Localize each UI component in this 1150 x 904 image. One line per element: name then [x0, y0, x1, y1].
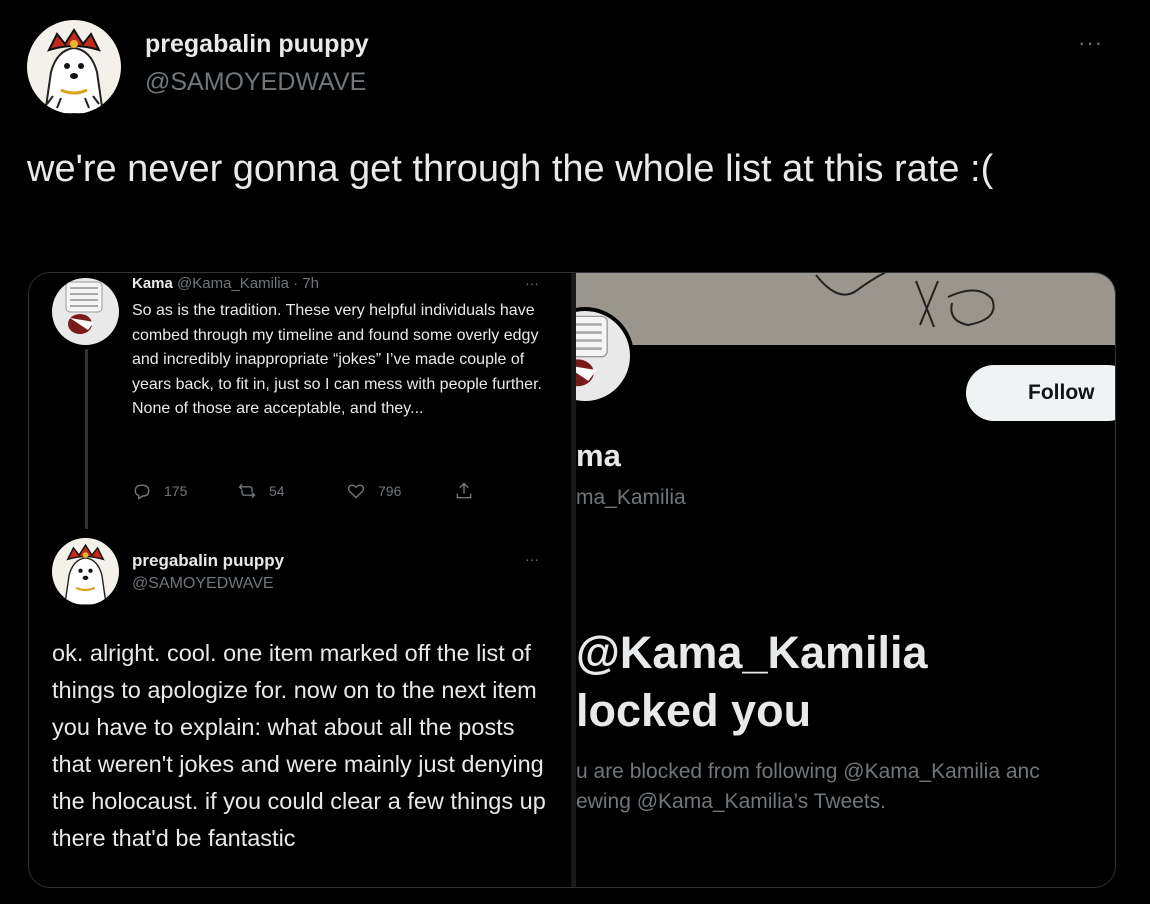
quoted-author-meta: @Kama_Kamilia · 7h	[177, 275, 319, 292]
blocked-description-line2: ewing @Kama_Kamilia’s Tweets.	[576, 790, 887, 813]
blocked-description: u are blocked from following @Kama_Kamil…	[576, 757, 1040, 817]
reply-author-name: pregabalin puuppy	[132, 551, 285, 570]
profile-handle: ma_Kamilia	[576, 486, 686, 509]
reply-action: 175	[132, 481, 187, 501]
blocked-heading-line1: @Kama_Kamilia	[576, 627, 928, 678]
reply-author-handle: @SAMOYEDWAVE	[132, 575, 274, 592]
follow-button: Follow	[966, 365, 1115, 421]
share-icon	[456, 482, 472, 499]
tweet-media-image[interactable]: Kama @Kama_Kamilia · 7h ··· So as is the…	[28, 272, 1116, 888]
reply-author-avatar	[52, 538, 119, 605]
reply-icon	[134, 484, 150, 500]
blocked-description-line1: u are blocked from following @Kama_Kamil…	[576, 760, 1040, 783]
blocked-heading-line2: locked you	[576, 685, 812, 736]
heart-icon	[347, 484, 365, 499]
like-action: 796	[346, 481, 401, 501]
share-action	[454, 481, 486, 501]
screenshot-left-panel: Kama @Kama_Kamilia · 7h ··· So as is the…	[29, 273, 571, 887]
profile-name: ma	[576, 438, 621, 473]
quoted-more-icon: ···	[525, 275, 539, 291]
profile-banner	[576, 273, 1115, 345]
quoted-tweet-text: So as is the tradition. These very helpf…	[132, 302, 542, 417]
like-count: 796	[378, 483, 402, 499]
quoted-tweet-header: Kama @Kama_Kamilia · 7h	[132, 275, 319, 292]
author-display-name[interactable]: pregabalin puuppy	[145, 30, 369, 59]
quoted-tweet-actions: 175 54 796	[132, 481, 532, 505]
author-handle[interactable]: @SAMOYEDWAVE	[145, 68, 366, 97]
author-avatar[interactable]	[27, 20, 121, 114]
quoted-author-avatar	[52, 278, 119, 345]
more-options-icon[interactable]: ···	[1078, 30, 1103, 56]
screenshot-right-panel: Follow ma ma_Kamilia @Kama_Kamilia locke…	[576, 273, 1115, 887]
thread-connector-line	[85, 349, 88, 529]
quoted-author-name: Kama	[132, 275, 173, 292]
reply-tweet-text: ok. alright. cool. one item marked off t…	[52, 640, 546, 851]
tweet-text: we're never gonna get through the whole …	[27, 148, 994, 190]
reply-count: 175	[164, 483, 188, 499]
retweet-icon	[238, 483, 256, 499]
retweet-count: 54	[269, 483, 285, 499]
retweet-action: 54	[237, 481, 285, 501]
blocked-heading: @Kama_Kamilia locked you	[576, 624, 928, 740]
reply-more-icon: ···	[525, 551, 539, 567]
